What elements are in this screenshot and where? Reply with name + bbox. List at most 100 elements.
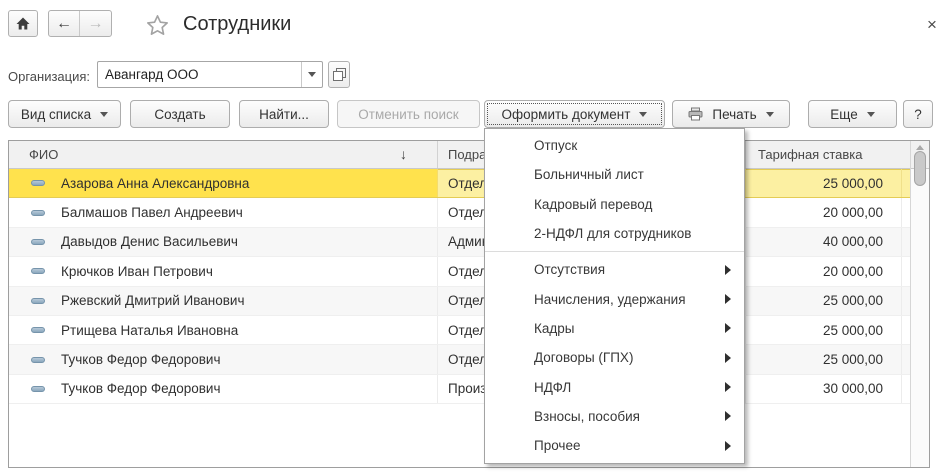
menu-item-label: Больничный лист: [534, 167, 644, 182]
cell-rate[interactable]: 40 000,00: [746, 228, 902, 256]
chevron-down-icon: [766, 112, 774, 117]
menu-item[interactable]: Договоры (ГПХ): [485, 343, 744, 372]
cell-rate[interactable]: 30 000,00: [746, 375, 902, 403]
menu-item-label: Взносы, пособия: [534, 409, 640, 424]
cell-fio[interactable]: Ржевский Дмитрий Иванович: [9, 287, 438, 315]
rate-value: 25 000,00: [823, 176, 883, 191]
table-row[interactable]: Давыдов Денис Васильевич Админи 40 000,0…: [9, 228, 910, 257]
cell-fio[interactable]: Балмашов Павел Андреевич: [9, 198, 438, 226]
cell-rate[interactable]: 25 000,00: [746, 345, 902, 373]
cell-rate[interactable]: 20 000,00: [746, 198, 902, 226]
menu-item-label: Кадровый перевод: [534, 197, 652, 212]
cell-spacer: [902, 257, 910, 285]
submenu-arrow-icon: [725, 265, 731, 275]
create-button[interactable]: Создать: [130, 100, 230, 128]
submenu-arrow-icon: [725, 323, 731, 333]
table-row[interactable]: Тучков Федор Федорович Отдел 25 000,00: [9, 345, 910, 374]
cell-spacer: [902, 345, 910, 373]
menu-item[interactable]: НДФЛ: [485, 372, 744, 401]
list-item-marker-icon: [31, 327, 45, 333]
list-item-marker-icon: [31, 386, 45, 392]
home-icon: [15, 16, 31, 31]
table-row[interactable]: Тучков Федор Федорович Произв 30 000,00: [9, 375, 910, 404]
column-header-rate-label: Тарифная ставка: [758, 147, 862, 162]
menu-item-label: Отпуск: [534, 138, 577, 153]
menu-item[interactable]: 2-НДФЛ для сотрудников: [485, 219, 744, 248]
help-button[interactable]: ?: [903, 100, 933, 128]
scroll-up-icon[interactable]: [916, 145, 924, 150]
department-name: Отдел: [448, 323, 487, 338]
menu-item-label: Кадры: [534, 321, 574, 336]
vertical-scrollbar[interactable]: [910, 141, 929, 467]
cell-fio[interactable]: Азарова Анна Александровна: [9, 169, 438, 197]
cell-spacer: [902, 228, 910, 256]
employee-name: Азарова Анна Александровна: [61, 176, 249, 191]
menu-item-label: НДФЛ: [534, 380, 571, 395]
menu-item[interactable]: Кадровый перевод: [485, 190, 744, 219]
cell-rate[interactable]: 25 000,00: [746, 287, 902, 315]
department-name: Отдел: [448, 264, 487, 279]
menu-item[interactable]: Отсутствия: [485, 255, 744, 284]
menu-item[interactable]: Больничный лист: [485, 160, 744, 189]
back-button[interactable]: ←: [49, 11, 80, 36]
organization-dropdown-button[interactable]: [301, 62, 322, 87]
menu-separator: [485, 251, 744, 252]
cell-fio[interactable]: Тучков Федор Федорович: [9, 345, 438, 373]
cell-rate[interactable]: 25 000,00: [746, 316, 902, 344]
cell-fio[interactable]: Тучков Федор Федорович: [9, 375, 438, 403]
cell-fio[interactable]: Ртищева Наталья Ивановна: [9, 316, 438, 344]
department-name: Отдел: [448, 176, 487, 191]
table-header-row: ФИО ↓ Подраз Тарифная ставка: [9, 141, 929, 169]
rate-value: 20 000,00: [823, 205, 883, 220]
more-label: Еще: [830, 107, 857, 122]
more-button[interactable]: Еще: [808, 100, 897, 128]
printer-icon: [688, 107, 703, 121]
make-document-menu: Отпуск Больничный лист Кадровый перевод …: [484, 128, 745, 464]
table-row[interactable]: Крючков Иван Петрович Отдел 20 000,00: [9, 257, 910, 286]
employee-name: Тучков Федор Федорович: [61, 381, 221, 396]
forward-button[interactable]: →: [80, 11, 111, 36]
home-button[interactable]: [8, 10, 38, 37]
chevron-down-icon: [867, 112, 875, 117]
cell-fio[interactable]: Крючков Иван Петрович: [9, 257, 438, 285]
print-label: Печать: [712, 107, 756, 122]
organization-choose-button[interactable]: [328, 61, 350, 88]
cancel-search-button: Отменить поиск: [337, 100, 480, 128]
column-header-rate[interactable]: Тарифная ставка: [746, 141, 902, 168]
cell-fio[interactable]: Давыдов Денис Васильевич: [9, 228, 438, 256]
employee-name: Ржевский Дмитрий Иванович: [61, 293, 244, 308]
employee-name: Тучков Федор Федорович: [61, 352, 221, 367]
close-icon[interactable]: ×: [921, 14, 943, 36]
table-row[interactable]: Ртищева Наталья Ивановна Отдел 25 000,00: [9, 316, 910, 345]
employee-name: Ртищева Наталья Ивановна: [61, 323, 238, 338]
find-button[interactable]: Найти...: [239, 100, 329, 128]
table-row[interactable]: Балмашов Павел Андреевич Отдел 20 000,00: [9, 198, 910, 227]
cell-rate[interactable]: 25 000,00: [746, 169, 902, 197]
table-row[interactable]: Ржевский Дмитрий Иванович Отдел 25 000,0…: [9, 287, 910, 316]
chevron-down-icon: [639, 112, 647, 117]
employees-table: ФИО ↓ Подраз Тарифная ставка Азарова Анн…: [8, 140, 930, 468]
employee-name: Крючков Иван Петрович: [61, 264, 213, 279]
chevron-down-icon: [100, 112, 108, 117]
scrollbar-thumb[interactable]: [914, 151, 926, 186]
favorite-star-icon[interactable]: [145, 13, 170, 38]
menu-item[interactable]: Кадры: [485, 314, 744, 343]
menu-item[interactable]: Взносы, пособия: [485, 402, 744, 431]
history-nav: ← →: [48, 10, 112, 37]
organization-combobox[interactable]: Авангард ООО: [97, 61, 323, 88]
cell-spacer: [902, 169, 910, 197]
menu-item[interactable]: Отпуск: [485, 131, 744, 160]
rate-value: 25 000,00: [823, 352, 883, 367]
column-header-fio[interactable]: ФИО ↓: [9, 141, 438, 168]
make-document-label: Оформить документ: [502, 107, 631, 122]
menu-item[interactable]: Прочее: [485, 431, 744, 460]
view-list-button[interactable]: Вид списка: [8, 100, 121, 128]
menu-item-label: Отсутствия: [534, 262, 605, 277]
cell-rate[interactable]: 20 000,00: [746, 257, 902, 285]
table-row[interactable]: Азарова Анна Александровна Отдел 25 000,…: [9, 169, 910, 198]
menu-item[interactable]: Начисления, удержания: [485, 284, 744, 313]
print-button[interactable]: Печать: [672, 100, 790, 128]
make-document-button[interactable]: Оформить документ: [484, 100, 665, 128]
rate-value: 30 000,00: [823, 381, 883, 396]
list-item-marker-icon: [31, 239, 45, 245]
